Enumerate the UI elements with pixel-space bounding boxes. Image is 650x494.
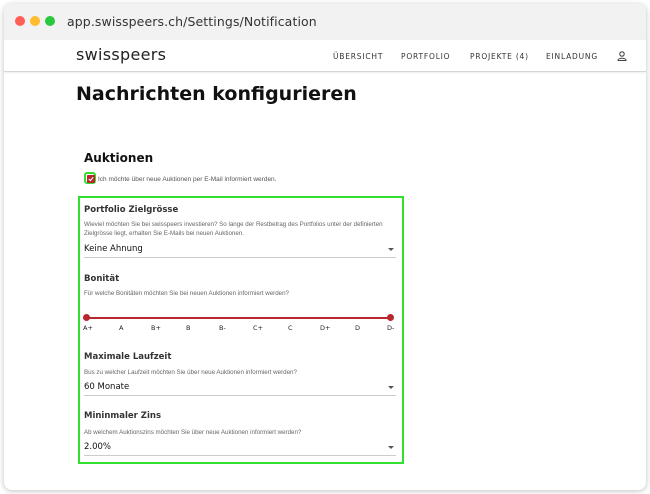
chevron-down-icon xyxy=(388,248,394,251)
rating-tick: D+ xyxy=(320,324,331,332)
rating-tick: B+ xyxy=(151,324,161,332)
browser-titlebar: app.swisspeers.ch/Settings/Notification xyxy=(4,4,646,40)
min-interest-select[interactable]: 2.00% xyxy=(84,442,396,456)
rating-tick: B- xyxy=(219,324,226,332)
auction-email-checkbox[interactable] xyxy=(87,175,95,183)
rating-range-slider[interactable] xyxy=(83,313,394,323)
slider-track xyxy=(86,317,391,319)
portfolio-size-description: Wieviel möchten Sie bei swisspeers inves… xyxy=(84,221,383,237)
auction-email-checkbox-label: Ich möchte über neue Auktionen per E-Mai… xyxy=(98,176,277,183)
portfolio-size-label: Portfolio Zielgrösse xyxy=(84,205,179,215)
nav-portfolio[interactable]: PORTFOLIO xyxy=(401,52,450,61)
rating-tick: B xyxy=(186,324,191,332)
rating-tick: A xyxy=(119,324,124,332)
swisspeers-logo[interactable]: swisspeers xyxy=(76,45,166,64)
nav-projekte[interactable]: PROJEKTE (4) xyxy=(470,52,529,61)
page-title: Nachrichten konfigurieren xyxy=(76,83,357,105)
rating-label: Bonität xyxy=(84,274,120,284)
chevron-down-icon xyxy=(388,386,394,389)
slider-handle-to[interactable] xyxy=(387,314,394,321)
browser-window: app.swisspeers.ch/Settings/Notification … xyxy=(4,4,646,490)
auctions-section-title: Auktionen xyxy=(84,151,154,165)
nav-uebersicht[interactable]: ÜBERSICHT xyxy=(333,52,383,61)
max-duration-select[interactable]: 60 Monate xyxy=(84,382,396,396)
nav-einladung[interactable]: EINLADUNG xyxy=(546,52,598,61)
min-interest-value: 2.00% xyxy=(84,442,112,452)
max-duration-description: Bus zu welcher Laufzeit möchten Sie über… xyxy=(84,369,297,376)
rating-tick: C+ xyxy=(253,324,263,332)
checkmark-icon xyxy=(88,176,94,182)
max-duration-label: Maximale Laufzeit xyxy=(84,352,172,362)
rating-description: Für welche Bonitäten möchten Sie bei neu… xyxy=(84,290,289,297)
min-interest-description: Ab welchem Auktionszins möchten Sie über… xyxy=(84,429,302,436)
portfolio-size-value: Keine Ahnung xyxy=(84,244,143,254)
chevron-down-icon xyxy=(388,446,394,449)
auction-email-checkbox-highlight xyxy=(84,172,96,184)
rating-tick: D- xyxy=(387,324,395,332)
rating-tick: C xyxy=(288,324,293,332)
portfolio-size-select[interactable]: Keine Ahnung xyxy=(84,244,396,258)
rating-tick: D xyxy=(355,324,361,332)
maximize-window-button[interactable] xyxy=(45,16,55,26)
top-navbar: swisspeers ÜBERSICHT PORTFOLIO PROJEKTE … xyxy=(4,40,646,72)
close-window-button[interactable] xyxy=(15,16,25,26)
user-icon[interactable] xyxy=(617,51,627,61)
slider-handle-from[interactable] xyxy=(83,314,90,321)
url-bar[interactable]: app.swisspeers.ch/Settings/Notification xyxy=(67,14,317,29)
max-duration-value: 60 Monate xyxy=(84,382,130,392)
minimize-window-button[interactable] xyxy=(30,16,40,26)
rating-tick: A+ xyxy=(83,324,93,332)
min-interest-label: Mininmaler Zins xyxy=(84,411,161,421)
